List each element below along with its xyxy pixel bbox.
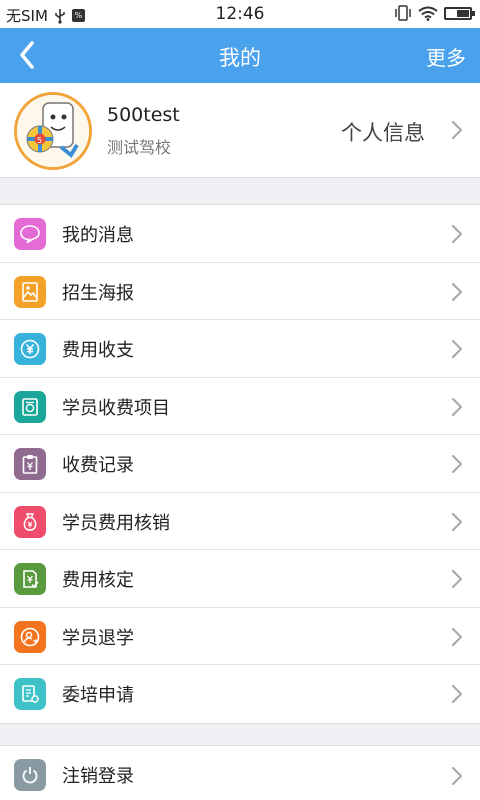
chevron-right-icon: [451, 454, 463, 474]
logout-button[interactable]: 注销登录: [0, 745, 480, 800]
menu-item-label: 学员收费项目: [62, 397, 170, 419]
back-arrow-icon: [20, 41, 34, 69]
vibrate-icon: [395, 5, 411, 21]
menu-item-label: 我的消息: [62, 225, 134, 246]
menu-item-label: 费用核定: [62, 570, 134, 591]
back-button[interactable]: [10, 38, 44, 72]
menu-item-poster[interactable]: 招生海报: [0, 263, 480, 320]
menu-list: 我的消息 招生海报 费用收支 学员收费项目 收费记录 学员费用核销 费用核定 学…: [0, 204, 480, 724]
personal-info-label: 个人信息: [341, 121, 425, 145]
chevron-right-icon: [451, 512, 463, 531]
chevron-right-icon: [451, 224, 463, 244]
chevron-right-icon: [451, 684, 463, 704]
menu-item-label: 招生海报: [62, 282, 134, 304]
wifi-icon: [418, 6, 438, 21]
menu-item-income-expense[interactable]: 费用收支: [0, 320, 480, 378]
menu-item-fee-approval[interactable]: 费用核定: [0, 550, 480, 608]
clipboard-yuan-icon: [14, 448, 46, 480]
status-bar: 无SIM % 12:46: [0, 0, 480, 28]
profile-school: 测试驾校: [107, 138, 172, 157]
logout-label: 注销登录: [62, 766, 134, 787]
chevron-right-icon: [451, 282, 463, 301]
avatar: 5: [14, 92, 92, 170]
profile-name: 500test: [107, 104, 180, 126]
page-title: 我的: [219, 46, 261, 70]
battery-icon: [444, 6, 475, 20]
menu-item-messages[interactable]: 我的消息: [0, 205, 480, 263]
svg-text:5: 5: [37, 136, 42, 145]
money-bag-icon: [14, 505, 46, 538]
document-check-icon: [14, 563, 46, 595]
more-button[interactable]: 更多: [426, 42, 466, 71]
menu-item-label: 学员退学: [62, 627, 134, 649]
chevron-right-icon: [451, 627, 463, 646]
status-right: [394, 5, 475, 21]
menu-item-label: 费用收支: [62, 340, 134, 361]
yuan-coin-icon: [14, 333, 46, 365]
menu-item-label: 学员费用核销: [62, 512, 170, 534]
chevron-right-icon: [451, 120, 463, 140]
chevron-right-icon: [451, 766, 463, 786]
chevron-right-icon: [451, 569, 463, 589]
menu-item-student-fee-writeoff[interactable]: 学员费用核销: [0, 493, 480, 550]
menu-item-student-withdrawal[interactable]: 学员退学: [0, 608, 480, 665]
application-form-icon: [14, 678, 46, 710]
menu-item-payment-records[interactable]: 收费记录: [0, 435, 480, 493]
mascot-avatar-icon: 5: [17, 95, 89, 167]
menu-item-label: 委培申请: [62, 685, 134, 706]
user-leave-icon: [14, 620, 46, 653]
profile-card[interactable]: 5 500test 测试驾校 个人信息: [0, 83, 480, 178]
menu-item-label: 收费记录: [62, 455, 134, 476]
menu-item-training-application[interactable]: 委培申请: [0, 665, 480, 723]
poster-icon: [14, 275, 46, 308]
message-icon: [14, 218, 46, 250]
power-icon: [14, 759, 46, 791]
fee-item-icon: [14, 390, 46, 423]
chevron-right-icon: [451, 397, 463, 416]
menu-item-student-fee-items[interactable]: 学员收费项目: [0, 378, 480, 435]
nav-bar: 我的 更多: [0, 28, 480, 83]
chevron-right-icon: [451, 339, 463, 359]
